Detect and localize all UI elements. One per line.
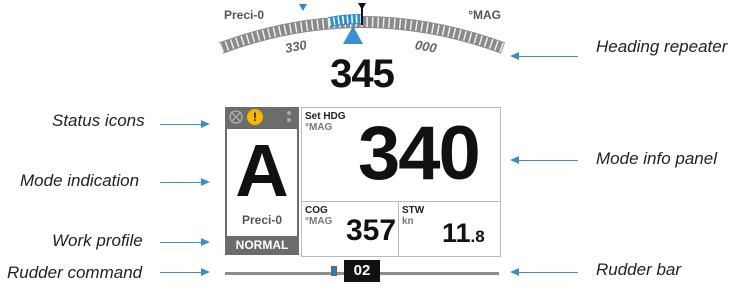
set-hdg-value[interactable]: 340 [358, 110, 481, 198]
compass-reference: °MAG [468, 8, 501, 22]
callout-status-icons: Status icons [52, 111, 145, 130]
rudder-command-value: 02 [344, 260, 380, 282]
work-profile-label: Preci-0 [241, 213, 283, 227]
stw-value-dec: .8 [470, 227, 485, 246]
mode-info-panel: Set HDG °MAG 340 COG °MAG 357 STW kn 11.… [301, 107, 501, 257]
callout-rudder-bar: Rudder bar [596, 260, 682, 279]
arrow-heading-repeater [510, 52, 578, 60]
callout-heading-repeater: Heading repeater [596, 37, 728, 56]
arrow-work-profile [160, 238, 210, 246]
warning-icon[interactable]: ! [247, 109, 263, 125]
callout-mode-indication: Mode indication [20, 171, 140, 190]
set-hdg-unit: °MAG [305, 122, 333, 133]
callout-rudder-command: Rudder command [7, 263, 143, 282]
callout-work-profile: Work profile [52, 231, 143, 250]
stw-label: STW [402, 205, 425, 216]
stw-value-int: 11 [442, 218, 471, 248]
more-icon[interactable] [285, 109, 293, 125]
mode-letter: A [235, 129, 289, 212]
mode-state-badge: NORMAL [225, 236, 299, 255]
mode-indication: A Preci-0 [225, 127, 299, 239]
heading-value: 345 [330, 52, 395, 96]
arrow-mode-indication [160, 178, 210, 186]
arrow-mode-info-panel [510, 156, 578, 164]
stw-unit: kn [402, 216, 414, 227]
arrow-status-icons [160, 120, 210, 128]
compass-profile: Preci-0 [224, 8, 265, 22]
cog-label: COG [305, 205, 328, 216]
heading-pointer-icon [343, 26, 363, 44]
cog-unit: °MAG [305, 216, 333, 227]
arrow-rudder-bar [510, 268, 578, 276]
panel-divider-vertical [398, 201, 399, 256]
set-hdg-label: Set HDG [305, 111, 346, 122]
autopilot-screen: Preci-0 °MAG 330 000 345 ! A Preci-0 NOR… [219, 0, 505, 291]
status-icons-bar: ! [225, 107, 299, 127]
stw-value: 11.8 [442, 218, 485, 249]
callout-mode-info-panel: Mode info panel [596, 149, 717, 168]
panel-divider-horizontal [302, 201, 500, 202]
cog-value: 357 [346, 214, 397, 247]
steering-icon [229, 110, 243, 124]
rudder-position-marker [331, 266, 337, 276]
arrow-rudder-command [160, 268, 210, 276]
